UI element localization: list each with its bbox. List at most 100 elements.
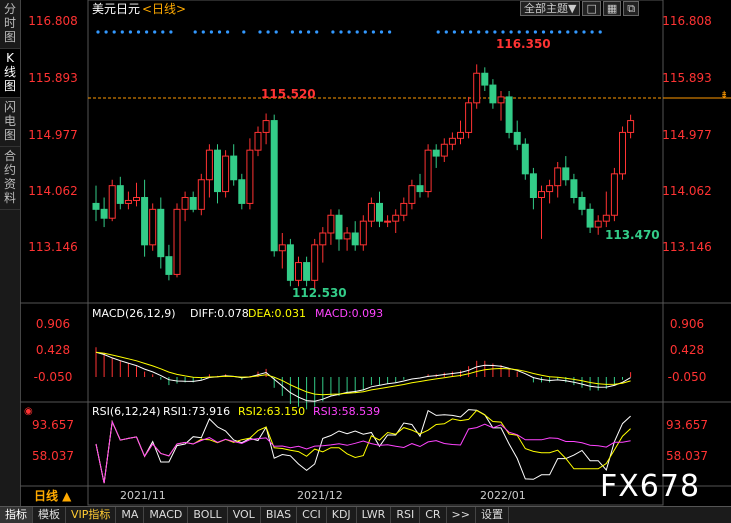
- event-dot: [242, 30, 246, 34]
- restore-icon[interactable]: ⧉: [623, 1, 640, 16]
- event-dot: [501, 30, 505, 34]
- right-low-annotation: 113.470: [605, 228, 660, 242]
- event-dot: [541, 30, 546, 34]
- candle-down: [214, 149, 221, 193]
- candle-up: [627, 120, 635, 133]
- rsi2-label: RSI2:63.150: [238, 405, 305, 418]
- candle-up: [311, 244, 319, 281]
- event-dot: [145, 30, 149, 34]
- candle-up: [359, 220, 367, 246]
- kline-chart[interactable]: 美元日元 <日线> 116.808 115.893 114.977 114.06…: [20, 0, 731, 506]
- candle-up: [440, 143, 448, 157]
- event-dot: [339, 30, 343, 34]
- macd-diff-label: DIFF:0.078: [190, 307, 249, 320]
- candle-up: [602, 214, 610, 222]
- event-dot: [533, 30, 538, 34]
- candle-down: [157, 208, 165, 258]
- time-tick: 2021/12: [297, 489, 343, 502]
- candle-down: [481, 72, 489, 86]
- grid-icon[interactable]: ▦: [602, 1, 622, 16]
- tab-vol[interactable]: VOL: [228, 507, 261, 523]
- rsi-settings-icon[interactable]: ◉: [24, 406, 33, 417]
- price-marker-icon: ⇟: [720, 90, 728, 101]
- event-dot: [388, 30, 392, 34]
- tab-macd[interactable]: MACD: [144, 507, 189, 523]
- rsi-title: RSI(6,12,24): [92, 405, 160, 418]
- side-tab-kline[interactable]: K线图: [0, 49, 20, 98]
- tab-kdj[interactable]: KDJ: [327, 507, 357, 523]
- event-dot: [266, 30, 270, 34]
- event-dot: [509, 30, 513, 34]
- event-dot: [226, 30, 230, 34]
- event-dot: [169, 30, 173, 34]
- tab-cr[interactable]: CR: [420, 507, 447, 523]
- tab-vip-indicator[interactable]: VIP指标: [66, 507, 117, 523]
- tab-settings[interactable]: 设置: [476, 507, 509, 523]
- candle-up: [457, 131, 464, 139]
- watermark-logo: FX678: [600, 469, 701, 504]
- event-dot: [347, 30, 351, 34]
- event-dot: [371, 30, 375, 34]
- event-dot: [355, 30, 359, 34]
- tab-more[interactable]: >>: [447, 507, 476, 523]
- header-toolbar: 全部主题▼ □ ▦ ⧉: [520, 1, 640, 16]
- event-dot: [274, 30, 278, 34]
- tab-rsi[interactable]: RSI: [391, 507, 421, 523]
- tab-template[interactable]: 模板: [33, 507, 66, 523]
- event-dot: [444, 30, 448, 34]
- price-tick-right: 114.062: [662, 184, 712, 198]
- theme-dropdown[interactable]: 全部主题▼: [520, 1, 581, 16]
- event-dot: [104, 30, 108, 34]
- candle-down: [376, 202, 383, 222]
- tab-boll[interactable]: BOLL: [188, 507, 228, 523]
- event-dot: [550, 30, 554, 34]
- candle-down: [189, 197, 197, 210]
- candle-up: [546, 185, 554, 193]
- candle-down: [230, 155, 238, 181]
- event-dot: [209, 30, 213, 34]
- candle-down: [489, 84, 497, 104]
- rsi-tick-left: 58.037: [32, 449, 74, 463]
- price-tick-right: 115.893: [662, 71, 712, 85]
- event-dot: [493, 30, 497, 34]
- side-tab-timeshare[interactable]: 分时图: [0, 0, 20, 49]
- candle-up: [554, 167, 562, 187]
- event-dot: [525, 30, 529, 34]
- candle-up: [133, 197, 140, 201]
- candle-up: [465, 102, 473, 133]
- event-dot: [128, 30, 132, 34]
- candle-down: [529, 173, 537, 198]
- candle-down: [351, 232, 359, 246]
- candle-up: [448, 137, 456, 145]
- tab-lwr[interactable]: LWR: [357, 507, 392, 523]
- macd-tick-left: 0.906: [36, 317, 70, 331]
- macd-macd-label: MACD:0.093: [315, 307, 383, 320]
- event-dot: [307, 30, 311, 34]
- event-dot: [469, 30, 473, 34]
- candle-down: [92, 202, 100, 210]
- price-tick-right: 114.977: [662, 128, 712, 142]
- side-tab-contract-info[interactable]: 合约资料: [0, 147, 20, 210]
- candle-down: [116, 185, 124, 204]
- event-dot: [112, 30, 116, 34]
- candle-down: [562, 167, 570, 181]
- macd-tick-left: -0.050: [34, 370, 73, 384]
- event-dot: [153, 30, 157, 34]
- square-icon[interactable]: □: [582, 1, 601, 16]
- tab-bias[interactable]: BIAS: [261, 507, 298, 523]
- indicator-toolbar: 指标 模板 VIP指标 MA MACD BOLL VOL BIAS CCI KD…: [0, 506, 731, 523]
- candle-up: [538, 191, 545, 198]
- tab-indicator[interactable]: 指标: [0, 507, 33, 523]
- event-dot: [258, 30, 262, 34]
- price-tick-left: 114.062: [28, 184, 78, 198]
- rsi-tick-left: 93.657: [32, 418, 74, 432]
- event-dot: [452, 30, 456, 34]
- side-tab-flash[interactable]: 闪电图: [0, 98, 20, 147]
- candle-down: [586, 208, 594, 228]
- tab-cci[interactable]: CCI: [297, 507, 327, 523]
- mid-annotation: 115.520: [261, 87, 316, 101]
- period-selector[interactable]: 日线 ▲: [34, 488, 72, 503]
- tab-ma[interactable]: MA: [116, 507, 145, 523]
- period-label: <日线>: [142, 2, 186, 16]
- event-dot: [574, 30, 578, 34]
